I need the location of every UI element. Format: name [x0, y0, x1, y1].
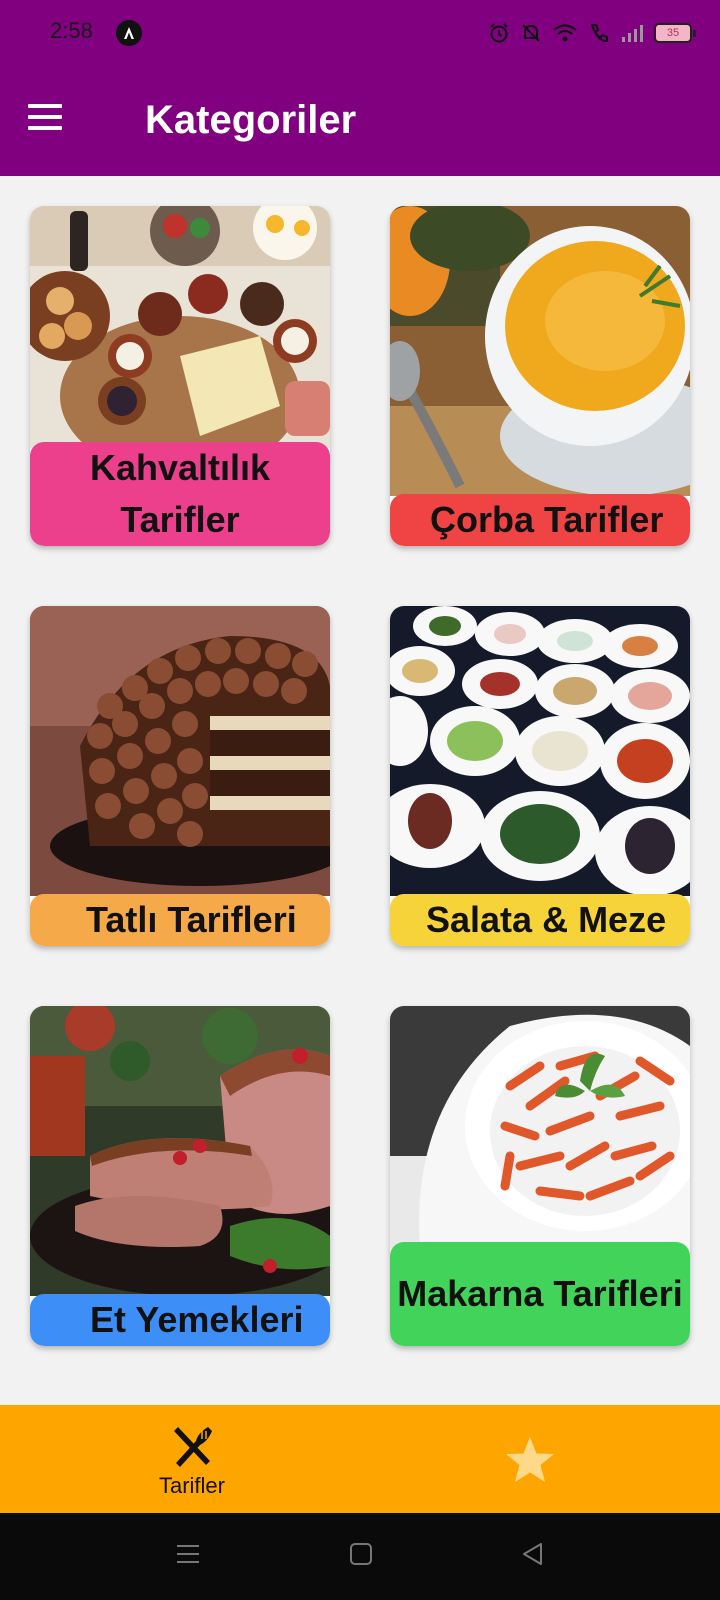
battery-level: 35	[666, 27, 680, 39]
category-card-tatli[interactable]: Tatlı Tarifleri	[30, 606, 330, 946]
alarm-icon	[490, 23, 508, 43]
status-icons: 35	[488, 20, 696, 46]
status-time: 2:58	[50, 18, 93, 43]
meze-image	[390, 606, 690, 896]
battery-icon: 35	[654, 23, 696, 43]
app-notification-icon	[116, 20, 142, 46]
star-icon	[506, 1437, 554, 1482]
nav-tab-recipes[interactable]: Tarifler	[92, 1405, 292, 1513]
signal-icon	[622, 25, 643, 42]
system-nav-bar	[0, 1513, 720, 1600]
category-card-makarna[interactable]: Makarna Tarifleri	[390, 1006, 690, 1346]
nav-tab-favorites[interactable]	[430, 1405, 630, 1513]
fork-knife-icon	[174, 1427, 212, 1467]
category-label: Kahvaltılık Tarifler	[30, 442, 330, 546]
category-card-et[interactable]: Et Yemekleri	[30, 1006, 330, 1346]
status-bar: 2:58 35	[0, 0, 720, 64]
category-card-salata-meze[interactable]: Salata & Meze	[390, 606, 690, 946]
page-title: Kategoriler	[145, 98, 357, 142]
category-label: Makarna Tarifleri	[390, 1242, 690, 1346]
call-icon	[590, 24, 608, 43]
meat-image	[30, 1006, 330, 1296]
hamburger-menu-icon[interactable]	[28, 104, 62, 132]
category-label: Çorba Tarifler	[390, 494, 690, 546]
pasta-image	[390, 1006, 690, 1248]
soup-image	[390, 206, 690, 496]
recents-icon[interactable]	[175, 1541, 201, 1567]
cake-image	[30, 606, 330, 896]
category-card-kahvaltilik[interactable]: Kahvaltılık Tarifler	[30, 206, 330, 546]
breakfast-image	[30, 206, 330, 448]
back-icon[interactable]	[520, 1541, 546, 1567]
category-label: Tatlı Tarifleri	[30, 894, 330, 946]
app-bar: Kategoriler	[0, 64, 720, 176]
category-card-corba[interactable]: Çorba Tarifler	[390, 206, 690, 546]
mute-icon	[522, 24, 540, 42]
category-label: Et Yemekleri	[30, 1294, 330, 1346]
bottom-nav: Tarifler	[0, 1405, 720, 1513]
home-icon[interactable]	[348, 1541, 374, 1567]
nav-tab-label: Tarifler	[158, 1473, 225, 1498]
wifi-icon	[553, 24, 577, 42]
category-label: Salata & Meze	[390, 894, 690, 946]
